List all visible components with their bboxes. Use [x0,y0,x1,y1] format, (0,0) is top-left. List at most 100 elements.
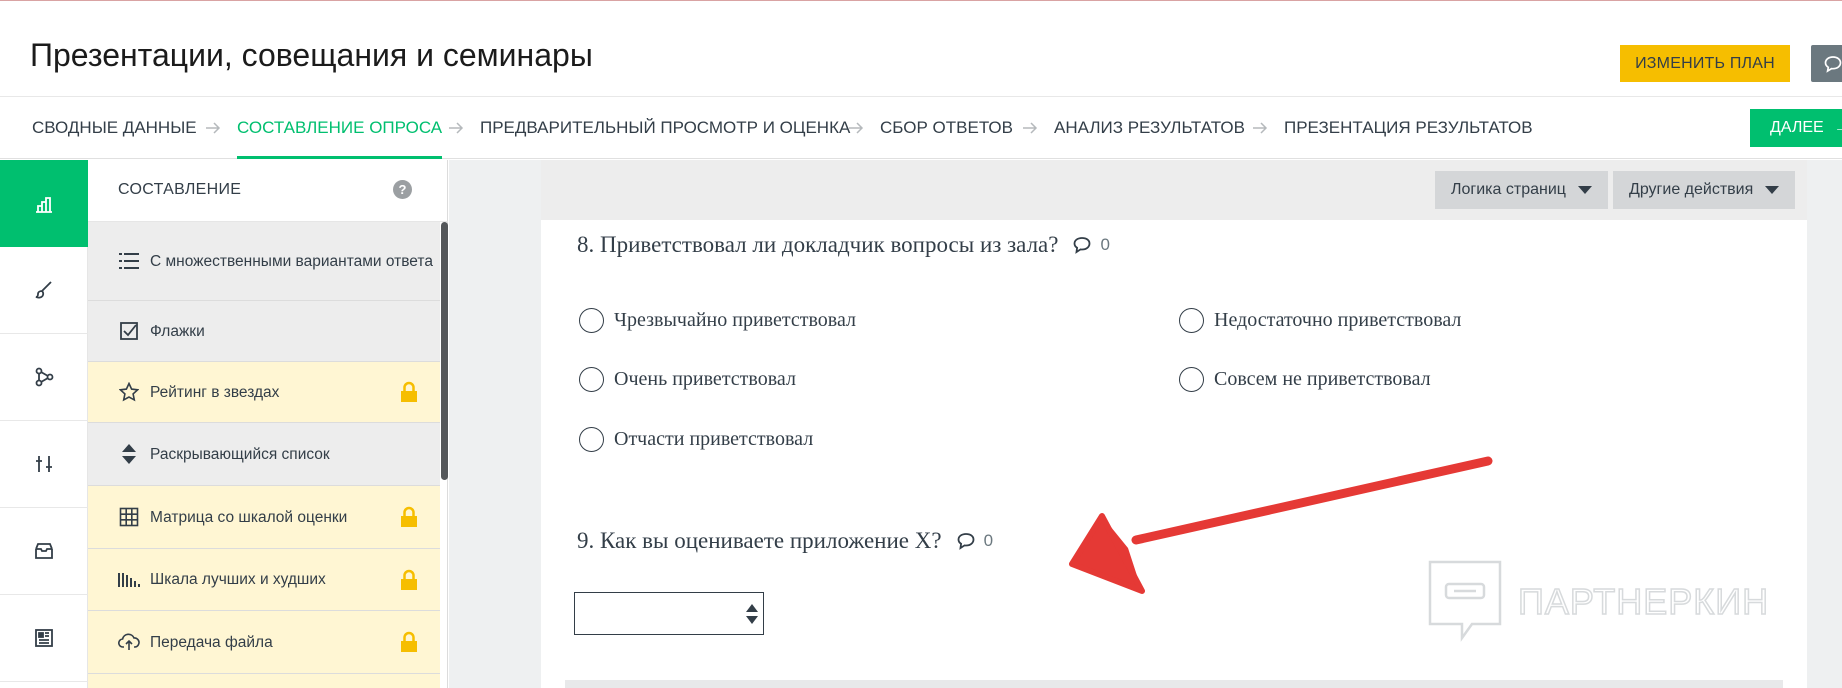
radio-button[interactable] [579,367,604,392]
comment-icon [957,533,974,550]
step-arrow-icon [448,97,464,159]
grid-icon [118,506,140,528]
arrow-right-icon: → [1833,119,1842,136]
rail-item-question-bank[interactable] [0,508,88,595]
other-actions-button[interactable]: Другие действия [1613,171,1796,209]
answer-option[interactable]: Отчасти приветствовал [579,427,813,452]
question-8-title[interactable]: 8. Приветствовал ли докладчик вопросы из… [577,232,1110,258]
answer-option-label: Чрезвычайно приветствовал [614,309,856,331]
best-worst-scale-icon [118,569,140,591]
question-9-dropdown[interactable] [574,592,764,635]
question-type-matrix-rating[interactable]: Матрица со шкалой оценки [88,486,440,549]
step-arrow-icon [848,97,864,159]
lock-icon [400,631,418,658]
question-9-title[interactable]: 9. Как вы оцениваете приложение X? 0 [577,528,993,554]
question-type-label: Раскрывающийся список [150,445,330,463]
left-rail [0,160,88,688]
radio-button[interactable] [1179,308,1204,333]
step-arrow-icon [1022,97,1038,159]
steps-nav: СВОДНЫЕ ДАННЫЕ СОСТАВЛЕНИЕ ОПРОСА ПРЕДВА… [0,97,1842,159]
panel-scrollbar[interactable] [441,222,448,480]
options-sliders-icon [36,456,52,472]
logic-icon [35,367,54,387]
question-comments[interactable]: 0 [1072,235,1110,255]
question-type-dropdown[interactable]: Раскрывающийся список [88,423,440,486]
brush-icon [35,281,52,299]
step-arrow-icon [205,97,221,159]
step-summary[interactable]: СВОДНЫЕ ДАННЫЕ [32,97,197,159]
question-type-label: Матрица со шкалой оценки [150,508,348,526]
build-panel-title: СОСТАВЛЕНИЕ [118,181,242,198]
lock-icon [400,381,418,408]
question-number: 9. [577,528,595,553]
radio-button[interactable] [1179,367,1204,392]
question-type-next-partial[interactable] [88,674,440,688]
watermark-text: ПАРТНЕРКИН [1518,581,1769,622]
rail-item-logic[interactable] [0,334,88,421]
change-plan-button[interactable]: ИЗМЕНИТЬ ПЛАН [1620,45,1790,82]
question-number: 8. [577,232,595,257]
answer-option-label: Совсем не приветствовал [1214,368,1431,390]
partnerkin-watermark-logo: ПАРТНЕРКИН [1428,560,1769,642]
question-type-label: С множественными вариантами ответа [150,252,433,270]
list-icon [118,250,140,272]
step-design-survey[interactable]: СОСТАВЛЕНИЕ ОПРОСА [237,97,443,159]
step-present-results[interactable]: ПРЕЗЕНТАЦИЯ РЕЗУЛЬТАТОВ [1284,97,1533,159]
page-logic-label: Логика страниц [1451,181,1566,198]
step-collect-responses[interactable]: СБОР ОТВЕТОВ [880,97,1013,159]
step-analyze-results[interactable]: АНАЛИЗ РЕЗУЛЬТАТОВ [1054,97,1245,159]
step-arrow-icon [1252,97,1268,159]
comment-count: 0 [1100,235,1110,254]
question-type-checkboxes[interactable]: Флажки [88,301,440,362]
next-button[interactable]: ДАЛЕЕ → [1750,109,1842,147]
dropdown-arrows-icon [746,604,758,624]
dropdown-arrows-icon [118,443,140,465]
question-bank-icon [35,543,53,559]
rail-item-design[interactable] [0,247,88,334]
question-type-file-upload[interactable]: Передача файла [88,611,440,674]
build-panel: СОСТАВЛЕНИЕ ? С множественными вариантам… [88,160,448,688]
build-icon [36,196,52,213]
caret-down-icon [1577,186,1592,194]
header: Презентации, совещания и семинары ИЗМЕНИ… [0,1,1842,97]
layout-icon [35,629,53,647]
answer-option-label: Недостаточно приветствовал [1214,309,1462,331]
next-question-bar [565,680,1783,688]
question-comments[interactable]: 0 [956,531,993,551]
question-type-label: Флажки [150,322,205,340]
answer-option-label: Очень приветствовал [614,368,796,390]
page-title: Презентации, совещания и семинары [30,37,593,73]
caret-down-icon [1765,186,1780,194]
question-type-best-worst-scale[interactable]: Шкала лучших и худших [88,549,440,611]
answer-option[interactable]: Чрезвычайно приветствовал [579,308,856,333]
question-type-list: С множественными вариантами ответа Флажк… [88,222,440,688]
rail-item-layout[interactable] [0,595,88,682]
question-type-multiple-choice[interactable]: С множественными вариантами ответа [88,222,440,301]
question-text: Как вы оцениваете приложение X? [600,528,942,553]
answer-option[interactable]: Совсем не приветствовал [1179,367,1431,392]
build-panel-header: СОСТАВЛЕНИЕ ? [88,160,448,222]
rail-item-options[interactable] [0,421,88,508]
radio-button[interactable] [579,308,604,333]
help-icon[interactable]: ? [393,180,412,199]
page-logic-button[interactable]: Логика страниц [1435,171,1608,209]
question-type-label: Шкала лучших и худших [150,571,326,588]
other-actions-label: Другие действия [1629,181,1754,198]
checkbox-icon [118,320,140,342]
star-icon [118,381,140,403]
answer-option[interactable]: Недостаточно приветствовал [1179,308,1461,333]
question-type-star-rating[interactable]: Рейтинг в звездах [88,362,440,423]
comment-count: 0 [983,531,994,550]
feedback-button[interactable] [1811,45,1842,82]
speech-bubble-icon [1824,55,1842,73]
question-type-label: Рейтинг в звездах [150,383,280,401]
answer-option-label: Отчасти приветствовал [614,428,814,450]
rail-item-build[interactable] [0,160,88,247]
lock-icon [400,569,418,596]
comment-icon [1074,237,1091,254]
radio-button[interactable] [579,427,604,452]
next-button-label: ДАЛЕЕ [1770,119,1824,136]
answer-option[interactable]: Очень приветствовал [579,367,796,392]
step-preview-score[interactable]: ПРЕДВАРИТЕЛЬНЫЙ ПРОСМОТР И ОЦЕНКА [480,97,850,159]
question-type-label: Передача файла [150,633,273,651]
